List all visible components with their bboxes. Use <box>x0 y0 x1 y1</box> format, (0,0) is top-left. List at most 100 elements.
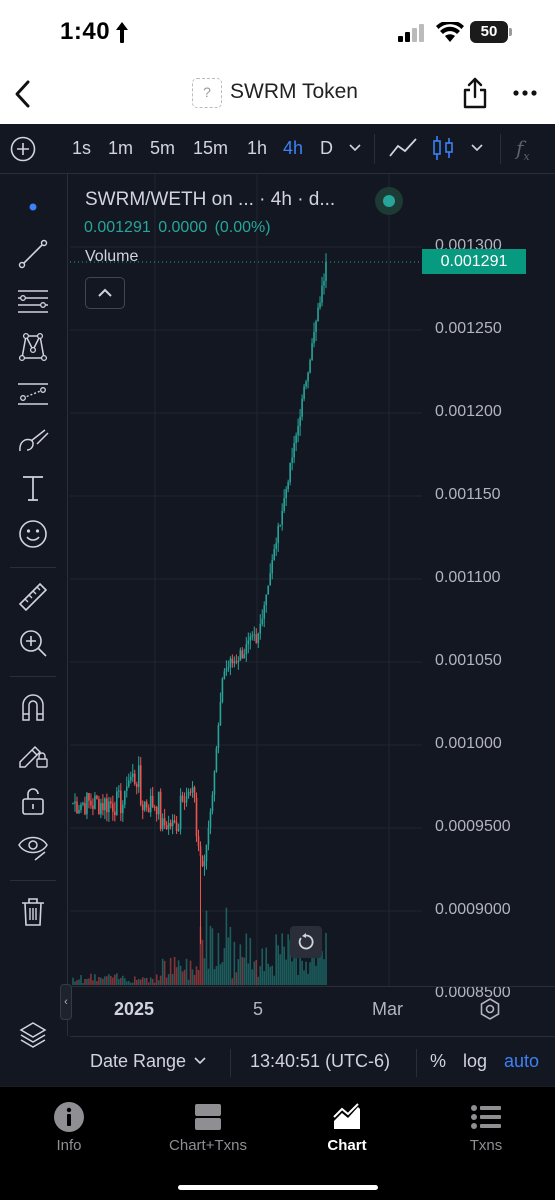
volume-bar <box>305 961 307 985</box>
chart-type-chevron-down-icon[interactable] <box>470 143 484 153</box>
fib-tool[interactable] <box>16 284 50 318</box>
volume-bar <box>167 974 170 985</box>
volume-bar <box>157 980 160 985</box>
candle-body <box>96 795 98 799</box>
chart-plot-area[interactable]: SWRM/WETH on ... · 4h · d... 0.001291 0.… <box>70 174 555 1036</box>
volume-legend-label[interactable]: Volume <box>85 248 138 266</box>
candle-body <box>243 654 246 659</box>
date-range-button[interactable]: Date Range <box>90 1051 186 1072</box>
tab-info[interactable]: Info <box>14 1101 124 1163</box>
volume-bar <box>189 960 192 985</box>
hide-drawings-tool[interactable] <box>16 830 50 864</box>
interval-d[interactable]: D <box>320 138 333 159</box>
candle-body <box>317 307 319 322</box>
interval-5m[interactable]: 5m <box>150 138 175 159</box>
share-icon <box>463 77 487 109</box>
candle-body <box>133 773 136 785</box>
candle-body <box>213 771 216 795</box>
reset-chart-button[interactable] <box>290 926 322 958</box>
volume-bar <box>197 969 200 985</box>
lock-all-tool[interactable] <box>16 784 50 818</box>
remove-drawings-tool[interactable] <box>16 895 50 929</box>
candle-body <box>323 280 325 286</box>
volume-bar <box>185 958 188 985</box>
pattern-tool[interactable] <box>16 330 50 364</box>
timezone-clock[interactable]: 13:40:51 (UTC-6) <box>250 1051 390 1072</box>
brush-tool[interactable] <box>16 424 50 458</box>
collapse-legend-button[interactable] <box>85 277 125 309</box>
candle-body <box>225 668 228 672</box>
measure-tool[interactable] <box>16 580 50 614</box>
interval-1h[interactable]: 1h <box>247 138 267 159</box>
indicators-fx-icon[interactable]: fx <box>516 136 530 163</box>
candle-body <box>205 844 208 862</box>
candle-body <box>179 795 182 830</box>
candle-body <box>235 661 238 663</box>
price-tick-label: 0.001100 <box>435 569 501 586</box>
brush-icon <box>19 429 49 452</box>
volume-bar <box>114 974 116 985</box>
candle-body <box>275 543 277 549</box>
volume-bar <box>90 973 92 985</box>
volume-bar <box>193 974 196 985</box>
bottom-tab-bar: Info Chart+Txns Chart Txns <box>0 1086 555 1200</box>
percent-scale-toggle[interactable]: % <box>430 1051 446 1072</box>
time-axis[interactable]: 2025 5 Mar <box>70 986 555 1036</box>
text-tool[interactable] <box>16 471 50 505</box>
date-range-chevron-down-icon[interactable] <box>194 1057 206 1065</box>
candle-body <box>153 807 156 809</box>
candle-body <box>187 791 190 797</box>
auto-scale-toggle[interactable]: auto <box>504 1051 539 1072</box>
zoom-tool[interactable] <box>16 626 50 660</box>
share-button[interactable] <box>461 76 489 110</box>
interval-15m[interactable]: 15m <box>193 138 228 159</box>
add-symbol-icon[interactable] <box>10 136 36 162</box>
candle-body <box>106 798 108 813</box>
crosshair-tool[interactable] <box>16 190 50 224</box>
candle-body <box>157 791 160 815</box>
lock-drawings-tool[interactable] <box>16 737 50 771</box>
back-button[interactable] <box>6 74 38 114</box>
candle-body <box>139 765 142 805</box>
interval-4h[interactable]: 4h <box>283 138 303 159</box>
candle-body <box>116 791 118 816</box>
magnet-tool[interactable] <box>16 690 50 724</box>
candle-body <box>313 332 315 344</box>
volume-bar <box>247 963 250 985</box>
line-chart-type-icon[interactable] <box>388 136 418 160</box>
candle-body <box>104 798 106 811</box>
candles-chart-type-icon[interactable] <box>432 134 454 162</box>
candle-body <box>273 548 276 560</box>
intervals-chevron-down-icon[interactable] <box>348 143 362 153</box>
volume-bar <box>233 941 236 985</box>
pencil-lock-icon <box>19 745 48 768</box>
candle-body <box>74 801 76 804</box>
candle-body <box>147 807 150 813</box>
volume-bar <box>74 981 76 985</box>
volume-bar <box>201 939 204 985</box>
interval-1s[interactable]: 1s <box>72 138 91 159</box>
tab-chart-txns[interactable]: Chart+Txns <box>153 1101 263 1163</box>
legend-symbol-title[interactable]: SWRM/WETH on ... · 4h · d... <box>85 189 335 211</box>
volume-bar <box>315 965 317 985</box>
candle-body <box>108 801 110 813</box>
tab-txns[interactable]: Txns <box>431 1101 541 1163</box>
trend-line-tool[interactable] <box>16 237 50 271</box>
volume-bar <box>269 966 272 985</box>
emoji-tool[interactable] <box>16 517 50 551</box>
chart-bottom-bar: Date Range 13:40:51 (UTC-6) % log auto <box>70 1036 555 1086</box>
volume-bar <box>275 934 277 985</box>
candle-body <box>241 650 244 659</box>
prediction-tool[interactable] <box>16 377 50 411</box>
tab-chart[interactable]: Chart <box>292 1101 402 1163</box>
volume-bar <box>211 928 214 985</box>
volume-bar <box>133 976 136 985</box>
log-scale-toggle[interactable]: log <box>463 1051 487 1072</box>
chart-settings-gear-icon[interactable] <box>478 997 502 1021</box>
object-tree-tool[interactable] <box>16 1017 50 1051</box>
candle-body <box>171 820 174 827</box>
interval-1m[interactable]: 1m <box>108 138 133 159</box>
more-options-button[interactable] <box>511 76 539 110</box>
volume-bar <box>88 978 90 985</box>
volume-bar <box>108 974 110 985</box>
